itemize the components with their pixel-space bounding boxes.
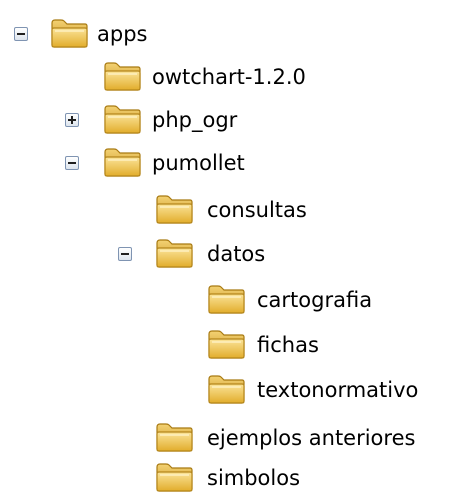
folder-icon (103, 147, 141, 177)
tree-item-label: php_ogr (152, 108, 238, 132)
tree-item-label: textonormativo (257, 378, 419, 402)
folder-icon (207, 329, 245, 359)
collapse-icon[interactable] (65, 156, 79, 170)
folder-icon (50, 18, 88, 48)
tree-item-textonormativo[interactable]: textonormativo (0, 370, 457, 410)
folder-tree: apps owtchart-1.2.0 php_ogr pumollet con… (0, 0, 457, 490)
tree-item-cartografia[interactable]: cartografia (0, 280, 420, 320)
tree-item-label: apps (97, 22, 148, 46)
expand-icon[interactable] (65, 113, 79, 127)
tree-item-label: pumollet (152, 151, 245, 175)
tree-item-label: consultas (207, 198, 307, 222)
folder-icon (207, 374, 245, 404)
tree-item-php-ogr[interactable]: php_ogr (0, 100, 260, 140)
folder-icon (155, 238, 193, 268)
tree-item-label: fichas (257, 333, 319, 357)
folder-icon (155, 422, 193, 452)
folder-icon (103, 61, 141, 91)
tree-item-pumollet[interactable]: pumollet (0, 143, 260, 183)
tree-item-consultas[interactable]: consultas (0, 190, 340, 230)
folder-icon (155, 462, 193, 492)
collapse-icon[interactable] (14, 27, 28, 41)
tree-item-simbolos[interactable]: simbolos (0, 458, 320, 498)
tree-item-label: datos (207, 242, 266, 266)
tree-item-label: cartografia (257, 288, 373, 312)
collapse-icon[interactable] (118, 247, 132, 261)
tree-item-apps[interactable]: apps (0, 14, 160, 54)
tree-item-label: owtchart-1.2.0 (152, 65, 306, 89)
tree-item-label: simbolos (207, 466, 301, 490)
tree-item-label: ejemplos anteriores (207, 426, 416, 450)
folder-icon (155, 194, 193, 224)
tree-item-ejemplos-anteriores[interactable]: ejemplos anteriores (0, 418, 457, 458)
folder-icon (207, 284, 245, 314)
tree-item-owtchart[interactable]: owtchart-1.2.0 (0, 57, 360, 97)
folder-icon (103, 104, 141, 134)
tree-item-fichas[interactable]: fichas (0, 325, 360, 365)
tree-item-datos[interactable]: datos (0, 234, 300, 274)
